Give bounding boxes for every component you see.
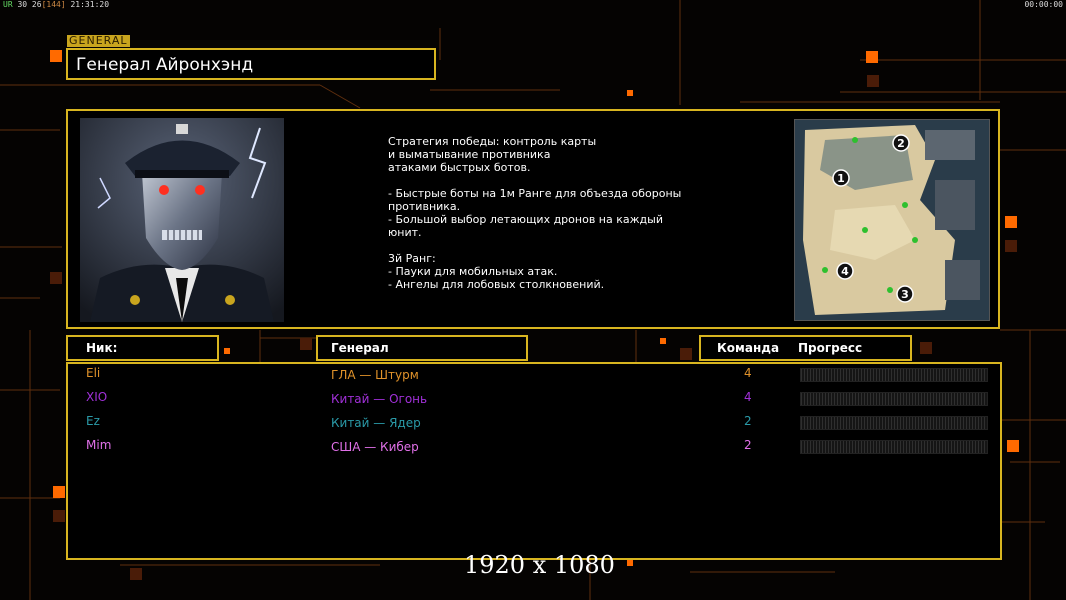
player-team[interactable]: 2 [744, 414, 752, 428]
player-progress-bar [800, 368, 988, 382]
header-team-progress: Команда Прогресс [699, 335, 912, 361]
player-general[interactable]: Китай — Огонь [331, 392, 427, 406]
minimap-art: 1 2 3 4 [795, 120, 989, 320]
player-team[interactable]: 2 [744, 438, 752, 452]
player-progress-bar [800, 440, 988, 454]
header-general: Генерал [316, 335, 528, 361]
general-title: Генерал Айронхэнд [76, 55, 254, 75]
player-team[interactable]: 4 [744, 390, 752, 404]
player-nick: Ez [86, 414, 100, 428]
minimap-marker-2: 2 [897, 137, 905, 150]
minimap-marker-3: 3 [901, 288, 909, 301]
general-description: Стратегия победы: контроль карты и вымат… [388, 135, 682, 291]
player-row[interactable]: Mim США — Кибер 2 [68, 436, 1000, 458]
hud-status: UR 30 26[144] 21:31:20 [3, 0, 109, 9]
hud-timer: 00:00:00 [1024, 0, 1063, 9]
player-general[interactable]: ГЛА — Штурм [331, 368, 419, 382]
player-nick: Mim [86, 438, 112, 452]
player-progress-bar [800, 416, 988, 430]
header-general-label: Генерал [331, 341, 389, 355]
players-panel: Eli ГЛА — Штурм 4 XIO Китай — Огонь 4 Ez Китай … [66, 362, 1002, 560]
hud-stats: 30 26 [17, 0, 42, 9]
portrait-art [80, 118, 284, 322]
player-row[interactable]: Eli ГЛА — Штурм 4 [68, 364, 1000, 386]
header-team-label: Команда [717, 341, 780, 355]
hud-clock: 21:31:20 [70, 0, 110, 9]
minimap-icon[interactable]: 1 2 3 4 [794, 119, 990, 321]
general-info-panel: Стратегия победы: контроль карты и вымат… [66, 109, 1000, 329]
hud-bracket: [144] [41, 0, 66, 9]
header-nick: Ник: [66, 335, 219, 361]
general-tag: GENERAL [67, 34, 130, 47]
player-general[interactable]: Китай — Ядер [331, 416, 421, 430]
header-progress-label: Прогресс [798, 341, 863, 355]
minimap-marker-4: 4 [841, 265, 849, 278]
player-nick: XIO [86, 390, 108, 404]
header-nick-label: Ник: [86, 341, 118, 355]
resolution-label: 1920 x 1080 [464, 551, 615, 579]
player-general[interactable]: США — Кибер [331, 440, 419, 454]
player-row[interactable]: Ez Китай — Ядер 2 [68, 412, 1000, 434]
player-progress-bar [800, 392, 988, 406]
player-nick: Eli [86, 366, 101, 380]
hud-ur-label: UR [3, 0, 13, 9]
minimap-marker-1: 1 [837, 172, 845, 185]
general-portrait-icon [80, 118, 284, 322]
player-row[interactable]: XIO Китай — Огонь 4 [68, 388, 1000, 410]
general-title-box: Генерал Айронхэнд [66, 48, 436, 80]
player-team[interactable]: 4 [744, 366, 752, 380]
